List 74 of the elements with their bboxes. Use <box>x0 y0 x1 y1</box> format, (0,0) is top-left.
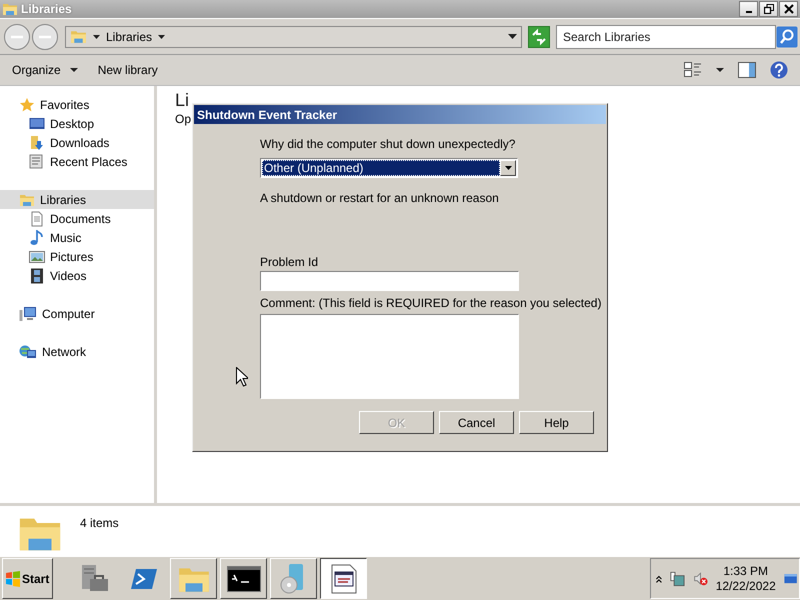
content-heading: Li <box>175 90 190 111</box>
forward-button[interactable] <box>31 22 59 50</box>
network-status-icon[interactable] <box>670 570 685 588</box>
content-subtitle: Op <box>175 112 192 126</box>
dialog-button[interactable]: Help <box>519 411 594 434</box>
taskbar-button[interactable] <box>320 558 367 599</box>
downloads-folder-icon <box>29 134 45 150</box>
computer-icon <box>19 306 37 322</box>
dropdown-button[interactable] <box>500 160 516 176</box>
close-button[interactable] <box>779 1 798 17</box>
window-icon <box>2 1 18 17</box>
nav-item[interactable]: Recent Places <box>0 152 154 171</box>
caret-icon[interactable] <box>716 68 724 72</box>
help-icon[interactable] <box>770 61 788 79</box>
command-prompt-icon <box>226 566 260 592</box>
view-options-icon[interactable] <box>684 62 702 78</box>
library-icon <box>70 28 87 45</box>
picture-icon <box>29 248 45 264</box>
dialog-title: Shutdown Event Tracker <box>194 105 606 124</box>
caret-icon <box>158 34 166 38</box>
caret-icon <box>93 34 100 38</box>
chevron-icon[interactable] <box>656 574 662 582</box>
address-bar[interactable]: Libraries <box>65 26 522 48</box>
reason-description: A shutdown or restart for an unknown reason <box>260 191 499 205</box>
search-icon[interactable] <box>776 26 798 48</box>
nav-item[interactable]: Computer <box>0 304 154 323</box>
nav-item[interactable]: Favorites <box>0 95 154 114</box>
minimize-button[interactable] <box>739 1 758 17</box>
dialog-button[interactable]: Cancel <box>439 411 514 434</box>
document-icon <box>29 210 45 226</box>
question-label: Why did the computer shut down unexpectedly? <box>260 137 516 151</box>
windows-logo-icon <box>5 570 21 586</box>
dropdown-icon[interactable] <box>508 34 517 39</box>
nav-item[interactable]: Documents <box>0 209 154 228</box>
application-window-icon <box>330 564 358 594</box>
comment-field[interactable] <box>260 314 519 399</box>
star-icon <box>19 96 35 112</box>
desktop-icon <box>29 116 45 132</box>
close-icon <box>784 4 794 14</box>
restore-button[interactable] <box>759 1 778 17</box>
network-icon <box>19 344 37 360</box>
caret-icon <box>504 166 512 170</box>
clock-time[interactable]: 1:33 PM <box>723 564 768 578</box>
nav-item[interactable]: Desktop <box>0 114 154 133</box>
caret-icon <box>70 68 78 72</box>
nav-item[interactable]: Downloads <box>0 133 154 152</box>
preview-pane-icon[interactable] <box>738 62 756 78</box>
clock-date[interactable]: 12/22/2022 <box>716 578 776 594</box>
back-button[interactable] <box>3 22 31 50</box>
problem-id-label: Problem Id <box>260 255 318 269</box>
organize-menu[interactable]: Organize <box>12 63 78 77</box>
refresh-button[interactable] <box>528 26 550 48</box>
nav-item[interactable]: Libraries <box>0 190 154 209</box>
breadcrumb[interactable]: Libraries <box>106 30 152 44</box>
recent-places-icon <box>29 154 45 170</box>
nav-item[interactable]: Music <box>0 228 154 247</box>
powershell-icon <box>130 566 158 590</box>
window-title: Libraries <box>21 2 73 16</box>
search-field[interactable]: Search Libraries <box>556 24 776 48</box>
reason-dropdown[interactable]: Other (Unplanned) <box>260 158 518 178</box>
nav-item[interactable]: Network <box>0 342 154 361</box>
toolbar-button[interactable]: New library <box>98 63 158 77</box>
comment-label: Comment: (This field is REQUIRED for the reason you selected) <box>260 296 602 310</box>
start-button[interactable]: Start <box>2 558 53 599</box>
nav-item[interactable]: Videos <box>0 266 154 285</box>
restore-icon <box>764 4 774 14</box>
show-desktop-icon[interactable] <box>784 572 798 586</box>
speaker-muted-icon[interactable] <box>692 570 708 588</box>
problem-id-field[interactable] <box>260 271 519 291</box>
film-icon <box>29 268 45 284</box>
cursor-icon <box>236 367 248 387</box>
nav-item[interactable]: Pictures <box>0 247 154 266</box>
item-count: 4 items <box>80 516 119 530</box>
music-note-icon <box>29 230 45 246</box>
